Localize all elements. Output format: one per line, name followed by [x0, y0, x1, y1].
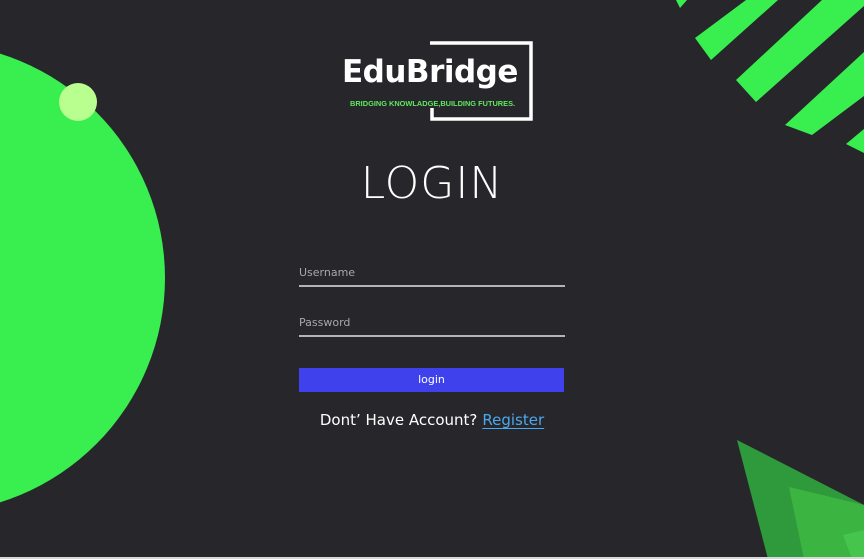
- logo-wordmark: EduBridge: [342, 54, 518, 90]
- small-circle-decoration: [59, 83, 97, 121]
- username-input[interactable]: [299, 259, 565, 287]
- page-title: LOGIN: [360, 158, 504, 209]
- password-input[interactable]: [299, 309, 565, 337]
- register-link[interactable]: Register: [482, 411, 544, 429]
- register-prompt-row: Dont’ Have Account? Register: [0, 410, 864, 430]
- register-prompt-text: Dont’ Have Account?: [319, 411, 478, 429]
- login-button[interactable]: login: [299, 368, 564, 392]
- logo-tagline: BRIDGING KNOWLADGE,BUILDING FUTURES.: [350, 99, 516, 108]
- diagonal-stripes-decoration: [676, 0, 864, 153]
- edubridge-logo: EduBridge BRIDGING KNOWLADGE,BUILDING FU…: [340, 40, 534, 122]
- triangle-decoration: [737, 440, 864, 559]
